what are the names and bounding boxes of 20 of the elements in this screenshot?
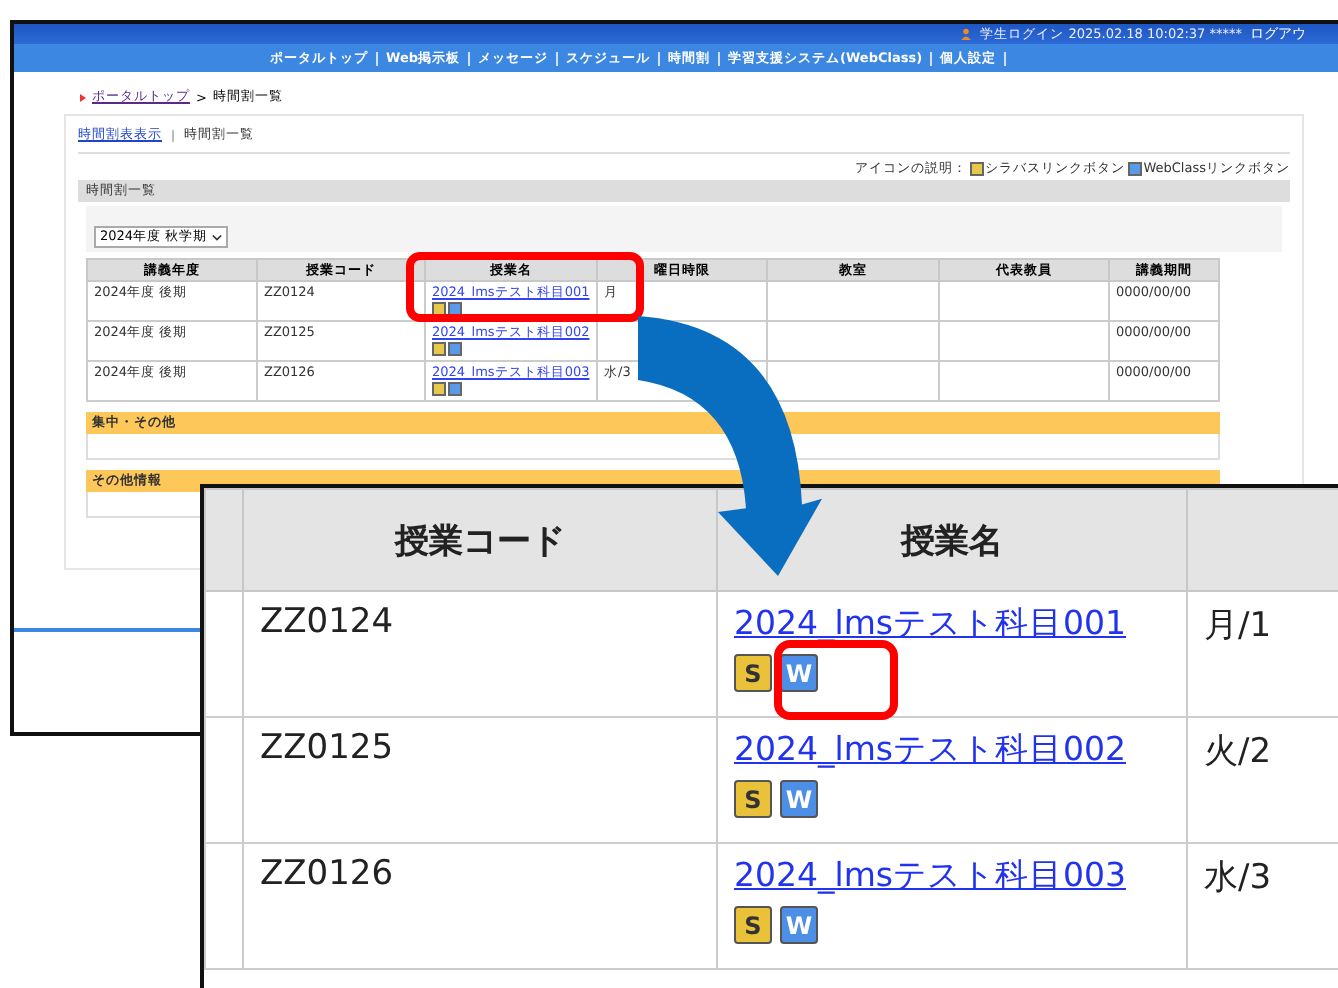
- syllabus-button[interactable]: S: [734, 654, 772, 692]
- highlight-frame: [774, 640, 898, 720]
- webclass-icon: [1127, 162, 1142, 176]
- table-cell: ZZ0125: [243, 717, 717, 843]
- syllabus-button[interactable]: S: [734, 780, 772, 818]
- syllabus-button[interactable]: S: [734, 906, 772, 944]
- webclass-icon[interactable]: [448, 342, 462, 356]
- user-icon: [960, 28, 973, 40]
- syllabus-icon[interactable]: [432, 382, 446, 396]
- course-link[interactable]: 2024_lmsテスト科目002: [734, 730, 1126, 768]
- webclass-icon[interactable]: [448, 382, 462, 396]
- column-header: 授業名: [717, 489, 1187, 591]
- column-header: 授業コード: [243, 489, 717, 591]
- caret-icon: [211, 233, 222, 241]
- syllabus-icon: [969, 162, 984, 176]
- course-link[interactable]: 2024_lmsテスト科目003: [734, 856, 1126, 894]
- syllabus-icon[interactable]: [432, 342, 446, 356]
- table-cell: ZZ0124: [243, 591, 717, 717]
- table-cell: ZZ0126: [243, 843, 717, 969]
- course-link[interactable]: 2024_lmsテスト科目001: [734, 604, 1126, 642]
